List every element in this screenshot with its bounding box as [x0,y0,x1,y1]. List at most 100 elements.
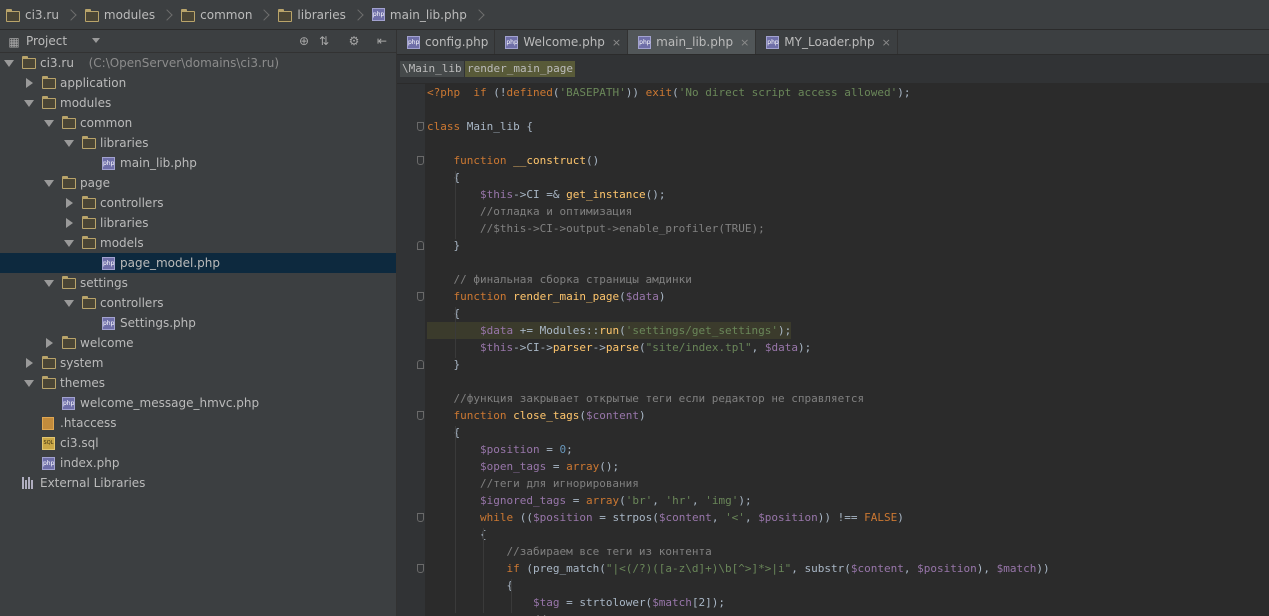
chevron-right-icon [473,8,485,21]
folder-icon [82,236,96,249]
code-token: ( [672,86,679,99]
code-token: $content [585,409,639,422]
tree-item[interactable]: libraries [0,213,396,233]
tree-item[interactable]: libraries [0,133,396,153]
code-token: , [751,341,765,354]
expand-right-icon[interactable] [46,338,53,348]
editor-tab[interactable]: php Welcome.php × [495,30,629,54]
tree-item[interactable]: php page_model.php [0,253,396,273]
settings-gear-icon[interactable]: ⚙ [346,33,362,49]
close-icon[interactable]: × [882,36,891,49]
code-token: (); [645,188,666,201]
tree-item[interactable]: ci3.ru (C:\OpenServer\domains\ci3.ru) [0,53,396,73]
collapse-all-icon[interactable]: ⇅ [316,33,332,49]
scroll-from-source-icon[interactable]: ⊕ [296,33,312,49]
tree-item[interactable]: php Settings.php [0,313,396,333]
folder-icon [42,76,56,89]
php-file-icon: php [42,457,55,470]
expand-down-icon[interactable] [24,100,34,107]
code-editor[interactable]: <?php if (!defined('BASEPATH')) exit('No… [397,84,1269,616]
indent-guide [511,579,512,613]
editor-tabs: php config.php php Welcome.php × php main_lib.… [397,30,1269,55]
code-token: function [453,409,507,422]
close-icon[interactable]: × [612,36,621,49]
tree-item[interactable]: models [0,233,396,253]
tree-item[interactable]: External Libraries [0,473,396,493]
breadcrumb-class[interactable]: \Main_lib [400,61,464,77]
fold-marker-icon[interactable] [417,564,424,573]
fold-marker-icon[interactable] [417,292,424,301]
tab-label: Welcome.php [523,35,605,49]
fold-marker-icon[interactable] [417,360,424,369]
tree-item[interactable]: common [0,113,396,133]
code-line: $this->CI->parser->parse("site/index.tpl… [427,339,811,356]
expand-right-icon[interactable] [26,358,33,368]
code-line: $tag = strtolower($match[2]); [427,594,725,611]
breadcrumb-label: common [200,7,253,22]
expand-down-icon[interactable] [64,240,74,247]
tree-item[interactable]: controllers [0,193,396,213]
breadcrumb-item[interactable]: modules [84,0,181,29]
expand-down-icon[interactable] [44,180,54,187]
expand-down-icon[interactable] [44,120,54,127]
project-view-icon[interactable]: ▦ [6,34,22,50]
expand-right-icon[interactable] [26,78,33,88]
fold-marker-icon[interactable] [417,241,424,250]
tree-item[interactable]: themes [0,373,396,393]
editor-tab[interactable]: php MY_Loader.php × [756,30,898,54]
code-line: $ignored_tags = array('br', 'hr', 'img')… [427,492,752,509]
tree-item[interactable]: modules [0,93,396,113]
project-panel-title[interactable]: Project [26,34,67,48]
breadcrumb-item[interactable]: libraries [278,0,371,29]
fold-marker-icon[interactable] [417,411,424,420]
expand-down-icon[interactable] [64,140,74,147]
tree-item[interactable]: welcome [0,333,396,353]
folder-icon [82,196,96,209]
code-token: = strpos( [592,511,659,524]
breadcrumb-item[interactable]: ci3.ru [0,0,85,29]
tree-item[interactable]: controllers [0,293,396,313]
expand-right-icon[interactable] [66,198,73,208]
tree-item[interactable]: php welcome_message_hmvc.php [0,393,396,413]
tree-item[interactable]: settings [0,273,396,293]
code-token: __construct [513,154,586,167]
code-token: exit [645,86,673,99]
editor-tab[interactable]: php main_lib.php × [628,30,757,54]
code-token: $content [658,511,712,524]
breadcrumb-label: libraries [297,7,346,22]
tree-item[interactable]: php index.php [0,453,396,473]
tree-item[interactable]: .htaccess [0,413,396,433]
hide-panel-icon[interactable]: ⇤ [374,33,390,49]
code-token: render_main_page [513,290,620,303]
expand-down-icon[interactable] [64,300,74,307]
code-token: ) [897,511,904,524]
tree-item[interactable]: system [0,353,396,373]
project-panel: ▦ Project ⊕ ⇅ ⚙ ⇤ ci3.ru (C:\OpenServer\d… [0,30,397,616]
php-file-icon: php [102,317,115,330]
expand-down-icon[interactable] [24,380,34,387]
breadcrumb-method[interactable]: render_main_page [465,61,575,77]
code-line: // финальная сборка страницы амдинки [427,271,692,288]
fold-marker-icon[interactable] [417,513,424,522]
code-token: ( [619,324,626,337]
chevron-right-icon [352,8,364,21]
tree-item[interactable]: page [0,173,396,193]
code-token: array [585,494,620,507]
fold-marker-icon[interactable] [417,156,424,165]
breadcrumb-item[interactable]: php main_lib.php [371,0,493,29]
view-selector-dropdown-icon[interactable] [92,38,100,43]
breadcrumb-item[interactable]: common [181,0,278,29]
tree-item-label: common [80,116,133,130]
tree-item[interactable]: php main_lib.php [0,153,396,173]
fold-marker-icon[interactable] [417,122,424,131]
code-token: = [546,460,567,473]
editor-tab[interactable]: php config.php [397,30,496,54]
close-icon[interactable]: × [740,36,749,49]
expand-down-icon[interactable] [4,60,14,67]
expand-down-icon[interactable] [44,280,54,287]
tree-item[interactable]: SQL ci3.sql [0,433,396,453]
tree-item[interactable]: application [0,73,396,93]
expand-right-icon[interactable] [66,218,73,228]
